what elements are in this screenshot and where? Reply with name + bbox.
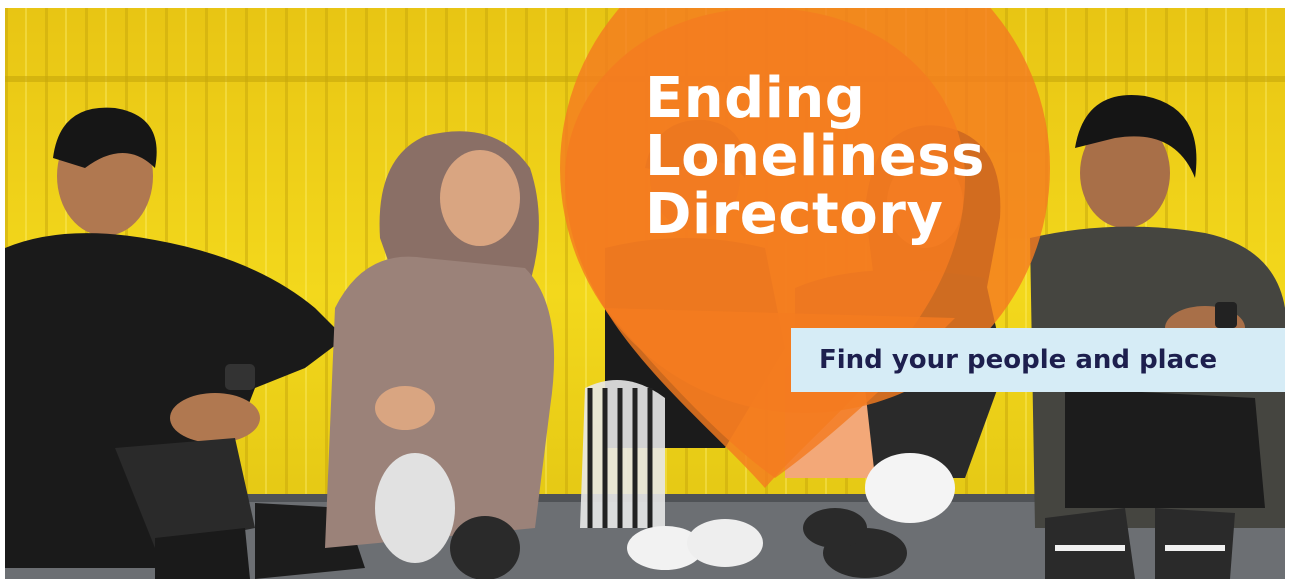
title-line-2: Loneliness <box>645 124 985 189</box>
tagline-banner: Find your people and place <box>791 328 1285 392</box>
title-line-1: Ending <box>645 66 866 131</box>
hero-banner: Ending Loneliness Directory <box>5 8 1285 579</box>
title-line-3: Directory <box>645 182 944 247</box>
tagline-text: Find your people and place <box>819 345 1218 375</box>
page-title: Ending Loneliness Directory <box>645 70 985 244</box>
